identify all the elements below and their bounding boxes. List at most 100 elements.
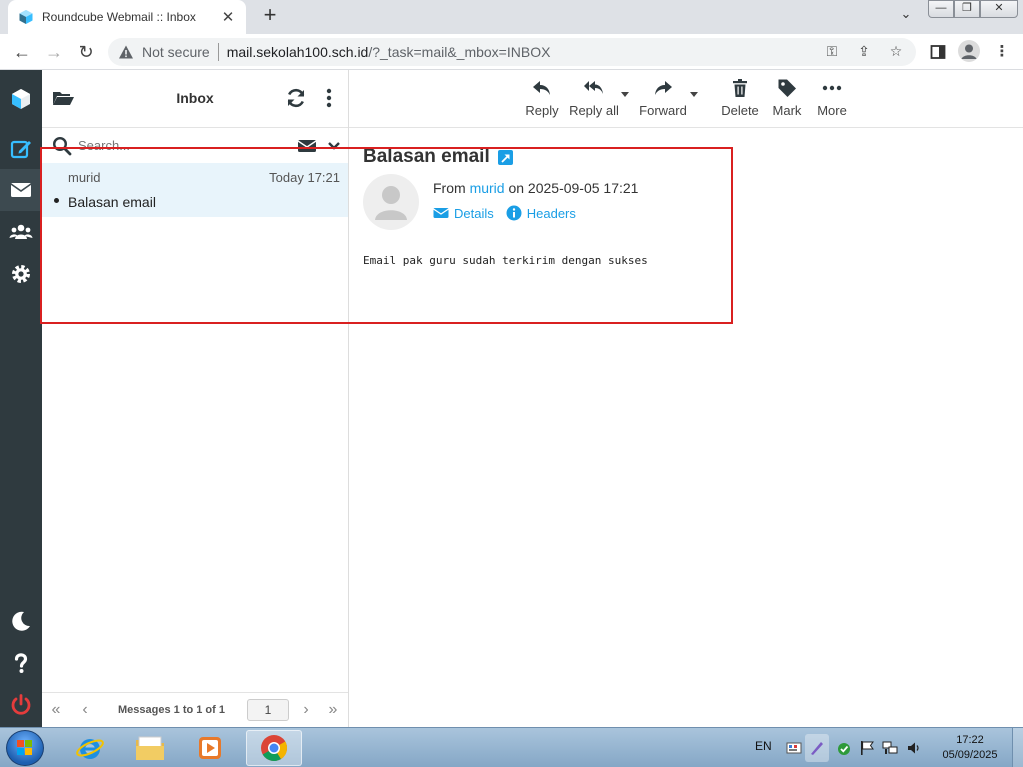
message-sender: murid [68, 170, 101, 185]
refresh-icon[interactable] [285, 87, 307, 109]
message-list-row[interactable]: murid Today 17:21 Balasan email [42, 163, 348, 217]
list-options-kebab-icon[interactable] [318, 87, 340, 109]
forward-arrow-icon[interactable]: → [42, 40, 66, 64]
messages-count: Messages 1 to 1 of 1 [118, 704, 225, 716]
new-tab-button[interactable]: + [258, 4, 282, 28]
mark-label: Mark [772, 103, 802, 118]
details-label: Details [454, 205, 494, 221]
share-icon[interactable]: ⇪ [854, 43, 874, 63]
message-view-panel: Reply Reply all Forward Delete Mark More… [349, 70, 1023, 727]
message-date-text: on 2025-09-05 17:21 [508, 180, 639, 196]
more-button[interactable]: More [813, 78, 851, 122]
key-icon[interactable]: ⚿ [822, 43, 842, 63]
window-minimize-button[interactable]: — [928, 0, 954, 18]
internet-explorer-icon[interactable] [62, 730, 118, 766]
security-shield-tray-icon[interactable] [836, 740, 852, 756]
reply-icon [533, 81, 550, 95]
reply-all-button[interactable]: Reply all [568, 78, 620, 122]
browser-menu-icon[interactable]: ⋮ [990, 40, 1014, 64]
list-pagination: « ‹ Messages 1 to 1 of 1 1 › » [42, 692, 348, 727]
system-clock[interactable]: 17:22 05/09/2025 [936, 733, 1004, 763]
last-page-icon[interactable]: » [324, 702, 342, 720]
search-input[interactable] [78, 136, 288, 154]
reply-button[interactable]: Reply [521, 78, 563, 122]
browser-tabstrip: Roundcube Webmail :: Inbox ✕ + ⌄ — ❐ ✕ [0, 0, 1023, 34]
message-toolbar: Reply Reply all Forward Delete Mark More [349, 70, 1023, 128]
open-in-new-window-icon[interactable] [497, 149, 513, 165]
start-button[interactable] [6, 730, 44, 766]
pen-tray-button[interactable] [805, 734, 829, 762]
roundcube-logo-icon[interactable] [0, 78, 42, 120]
previous-page-icon[interactable]: ‹ [76, 702, 94, 720]
details-link[interactable]: Details [433, 205, 494, 221]
mark-button[interactable]: Mark [768, 78, 806, 122]
compose-icon[interactable] [0, 128, 42, 170]
forward-button[interactable]: Forward [638, 78, 688, 122]
media-player-icon[interactable] [182, 730, 238, 766]
message-subject-heading: Balasan email [363, 146, 513, 168]
message-status-dot-icon[interactable] [54, 198, 59, 203]
reply-all-dropdown-icon[interactable] [621, 92, 629, 97]
forward-dropdown-icon[interactable] [690, 92, 698, 97]
info-circle-icon [506, 205, 522, 221]
warning-triangle-icon[interactable] [118, 44, 134, 60]
mail-icon[interactable] [0, 169, 42, 211]
tab-title: Roundcube Webmail :: Inbox [42, 10, 196, 24]
clock-time: 17:22 [956, 734, 984, 746]
first-page-icon[interactable]: « [47, 702, 65, 720]
action-center-flag-icon[interactable] [859, 740, 875, 756]
roundcube-app: Inbox m [0, 70, 1023, 727]
message-from-line: From murid on 2025-09-05 17:21 [433, 180, 638, 196]
browser-toolbar: ← → ↻ Not secure mail.sekolah100.sch.id /… [0, 34, 1023, 70]
next-page-icon[interactable]: › [297, 702, 315, 720]
search-icon[interactable] [52, 136, 72, 156]
reply-all-icon [584, 81, 603, 94]
logout-power-icon[interactable] [0, 684, 42, 726]
reload-icon[interactable]: ↻ [74, 40, 98, 64]
page-number-input[interactable]: 1 [247, 699, 289, 721]
settings-gear-icon[interactable] [0, 253, 42, 295]
profile-avatar-icon[interactable] [958, 40, 980, 62]
tab-close-icon[interactable]: ✕ [220, 8, 236, 26]
clock-date: 05/09/2025 [942, 749, 998, 761]
roundcube-favicon-icon [19, 10, 33, 24]
trash-icon [733, 79, 747, 97]
search-options-chevron-down-icon[interactable] [327, 140, 341, 152]
chrome-taskbar-icon[interactable] [246, 730, 302, 766]
more-dots-icon [822, 85, 842, 91]
pen-tray-icon [811, 742, 823, 755]
window-close-button[interactable]: ✕ [980, 0, 1018, 18]
tab-search-chevron-icon[interactable]: ⌄ [896, 6, 916, 26]
not-secure-label[interactable]: Not secure [142, 44, 210, 60]
browser-tab[interactable]: Roundcube Webmail :: Inbox ✕ [8, 0, 246, 34]
volume-speaker-icon[interactable] [906, 740, 922, 756]
sender-link[interactable]: murid [470, 180, 505, 196]
help-question-icon[interactable] [0, 642, 42, 684]
message-body: Email pak guru sudah terkirim dengan suk… [363, 254, 648, 267]
file-explorer-icon[interactable] [122, 730, 178, 766]
headers-link[interactable]: Headers [506, 205, 576, 221]
url-host: mail.sekolah100.sch.id [226, 44, 369, 60]
more-label: More [817, 103, 847, 118]
show-desktop-button[interactable] [1012, 728, 1023, 767]
forward-icon [655, 81, 672, 95]
windows-taskbar: EN 17:22 05/09/2025 [0, 727, 1023, 767]
address-bar[interactable]: Not secure mail.sekolah100.sch.id/?_task… [108, 38, 916, 66]
back-arrow-icon[interactable]: ← [10, 40, 34, 64]
delete-button[interactable]: Delete [720, 78, 760, 122]
reply-label: Reply [525, 103, 559, 118]
bookmark-star-icon[interactable]: ☆ [886, 43, 906, 63]
message-subject-text: Balasan email [363, 146, 490, 167]
contacts-icon[interactable] [0, 211, 42, 253]
side-panel-icon[interactable] [926, 40, 950, 64]
keyboard-tray-icon[interactable] [786, 740, 802, 756]
network-tray-icon[interactable] [882, 740, 898, 756]
url-path: /?_task=mail&_mbox=INBOX [368, 44, 551, 60]
sender-avatar [363, 174, 419, 230]
window-restore-button[interactable]: ❐ [954, 0, 980, 18]
headers-label: Headers [526, 205, 576, 221]
search-scope-envelope-icon[interactable] [297, 138, 317, 154]
language-indicator[interactable]: EN [755, 739, 772, 753]
task-rail [0, 70, 42, 727]
dark-mode-moon-icon[interactable] [0, 600, 42, 642]
